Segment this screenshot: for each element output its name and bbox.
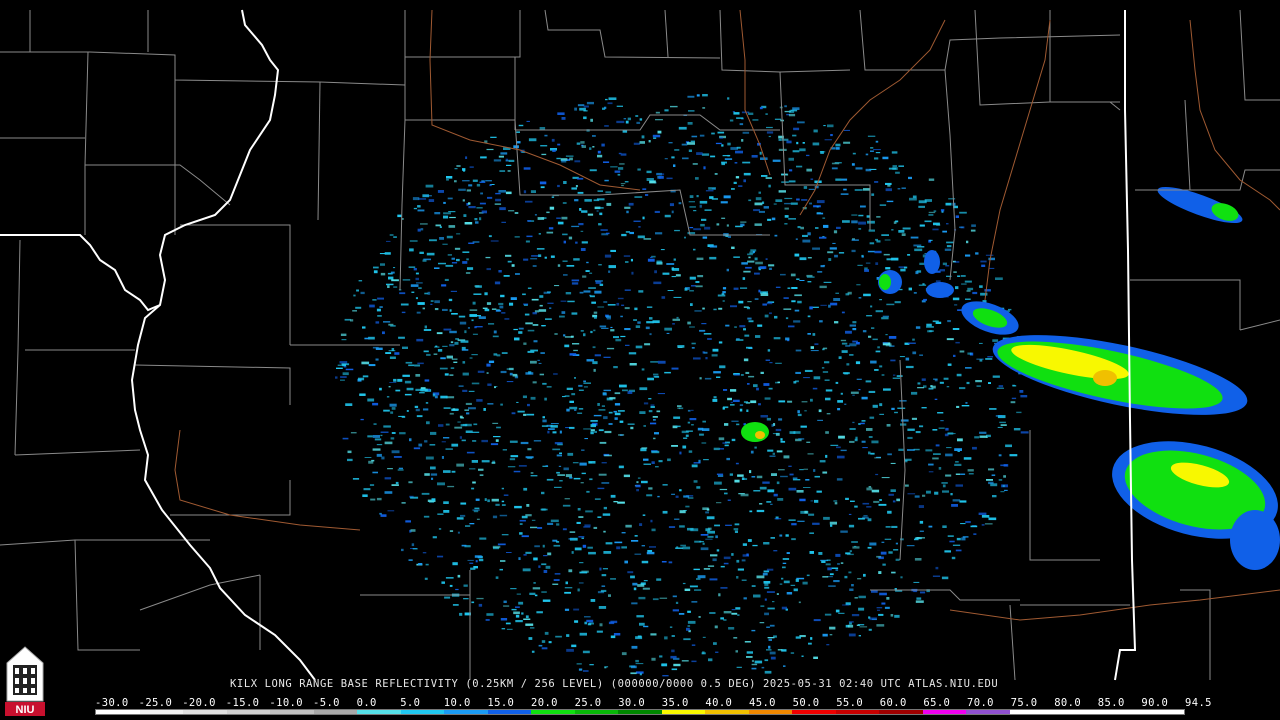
scale-label: 65.0 xyxy=(923,697,951,709)
color-scale-bar xyxy=(95,709,1185,715)
color-scale-labels: -30.0 -25.0 -20.0 -15.0 -10.0 -5.0 0.0 5.0 10.0 1… xyxy=(95,697,1211,709)
scale-label: 75.0 xyxy=(1010,697,1038,709)
scale-label: 85.0 xyxy=(1097,697,1125,709)
scale-swatch xyxy=(574,710,619,714)
scale-label: -30.0 xyxy=(95,697,129,709)
scale-swatch xyxy=(313,710,358,714)
scale-label: 45.0 xyxy=(749,697,776,709)
scale-swatch xyxy=(96,710,140,714)
scale-swatch xyxy=(444,710,488,714)
scale-label: 70.0 xyxy=(967,697,994,709)
scale-label: 5.0 xyxy=(400,697,421,709)
scale-swatch xyxy=(139,710,184,714)
scale-label: 0.0 xyxy=(356,697,377,709)
scale-swatch xyxy=(487,710,532,714)
scale-swatch xyxy=(661,710,706,714)
scale-swatch xyxy=(357,710,401,714)
radar-map xyxy=(0,9,1280,681)
scale-label: 50.0 xyxy=(792,697,820,709)
scale-label: 30.0 xyxy=(618,697,646,709)
scale-swatch xyxy=(1053,710,1097,714)
scale-swatch xyxy=(1096,710,1141,714)
scale-swatch xyxy=(748,710,793,714)
scale-swatch xyxy=(835,710,880,714)
scale-swatch xyxy=(1009,710,1054,714)
scale-label: 90.0 xyxy=(1141,697,1169,709)
scale-label: 80.0 xyxy=(1054,697,1082,709)
scale-label: 35.0 xyxy=(661,697,689,709)
scale-swatch xyxy=(966,710,1010,714)
scale-swatch xyxy=(922,710,967,714)
scale-label: -15.0 xyxy=(225,697,260,709)
scale-label: -10.0 xyxy=(269,697,303,709)
scale-label: -25.0 xyxy=(138,697,173,709)
scale-label: 60.0 xyxy=(879,697,907,709)
scale-label: 25.0 xyxy=(574,697,602,709)
scale-label: 55.0 xyxy=(836,697,864,709)
reflectivity-echoes xyxy=(335,94,1280,677)
logo-text: NIU xyxy=(16,704,35,716)
scale-label: 15.0 xyxy=(487,697,515,709)
scale-swatch xyxy=(705,710,749,714)
scale-label: 20.0 xyxy=(531,697,558,709)
scale-swatch xyxy=(792,710,836,714)
scale-swatch xyxy=(1140,710,1184,714)
scale-swatch xyxy=(270,710,314,714)
scale-swatch xyxy=(400,710,445,714)
scale-label: 94.5 xyxy=(1185,697,1212,709)
scale-label: -20.0 xyxy=(182,697,216,709)
scale-swatch xyxy=(226,710,271,714)
scale-swatch xyxy=(531,710,575,714)
scale-swatch xyxy=(879,710,923,714)
radar-product-caption: KILX LONG RANGE BASE REFLECTIVITY (0.25K… xyxy=(230,678,999,690)
scale-label: -5.0 xyxy=(313,697,340,709)
scale-swatch xyxy=(183,710,227,714)
scale-swatch xyxy=(618,710,662,714)
scale-label: 10.0 xyxy=(443,697,471,709)
niu-tower-logo-icon: NIU xyxy=(3,645,47,717)
scale-label: 40.0 xyxy=(705,697,733,709)
